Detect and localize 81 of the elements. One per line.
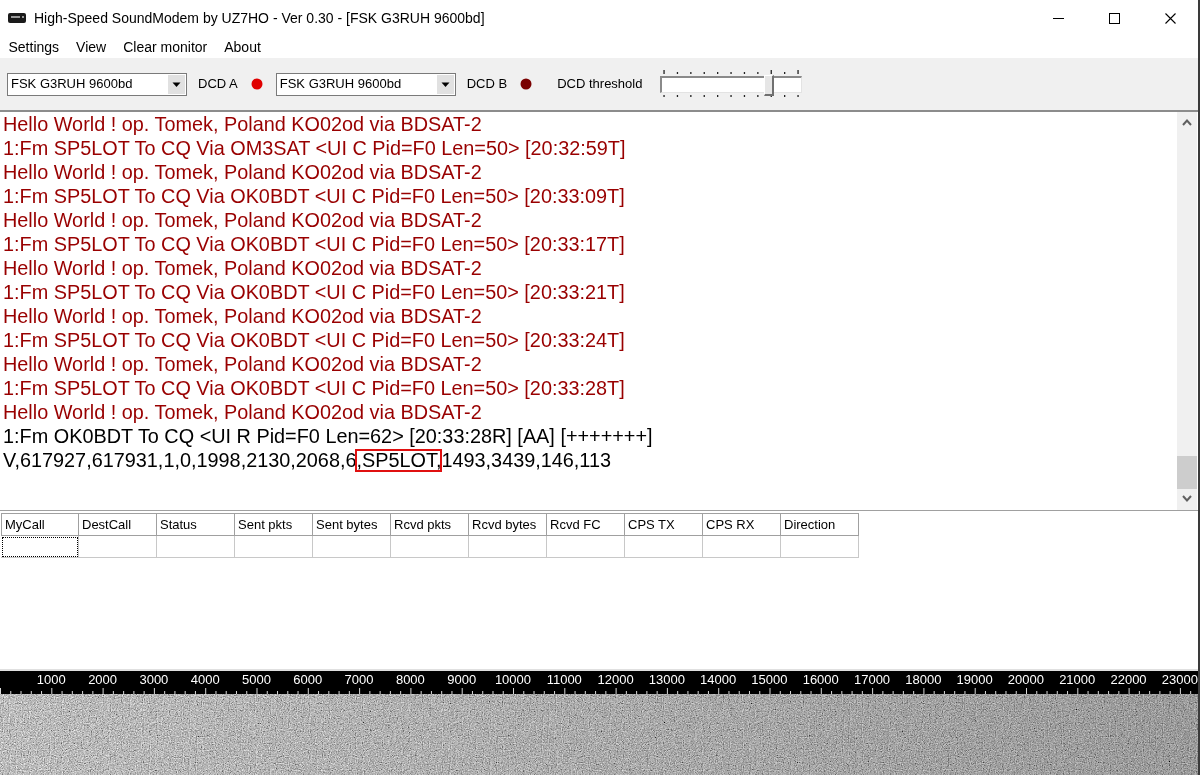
frequency-label: 2000: [88, 672, 118, 688]
column-header[interactable]: Sent pkts: [235, 513, 313, 536]
scroll-up-icon: [1182, 119, 1192, 126]
frequency-label: 21000: [1059, 672, 1096, 688]
column-header[interactable]: MyCall: [1, 513, 79, 536]
monitor-line: Hello World ! op. Tomek, Poland KO02od via BDSAT-2: [3, 256, 483, 280]
table-cell[interactable]: [703, 536, 781, 558]
frequency-label: 8000: [395, 672, 425, 688]
dcd-label: DCD A: [198, 75, 238, 94]
window-title: High-Speed SoundModem by UZ7HO - Ver 0.30 - [FSK G3RUH 9600bd]: [34, 8, 485, 28]
threshold-slider-track[interactable]: [660, 75, 803, 93]
frequency-label: 23000: [1161, 672, 1198, 688]
monitor-line: V,617927,617931,1,0,1998,2130,2068,6,SP5LOT,1493,3439,146,113: [3, 448, 612, 472]
scrollbar-thumb[interactable]: [1177, 456, 1197, 489]
maximize-icon: [1108, 12, 1120, 24]
table-cell[interactable]: [625, 536, 703, 558]
frequency-label: 20000: [1007, 672, 1044, 688]
column-header[interactable]: Rcvd pkts: [391, 513, 469, 536]
caret-icon: [436, 74, 454, 94]
frequency-label: 16000: [802, 672, 839, 688]
table-cell[interactable]: [781, 536, 859, 558]
table-cell[interactable]: [79, 536, 157, 558]
monitor-line: 1:Fm SP5LOT To CQ Via OM3SAT <UI C Pid=F0 Len=50> [20:32:59T]: [3, 136, 627, 160]
menu-item[interactable]: Clear monitor: [114, 37, 216, 57]
frequency-label: 9000: [447, 672, 477, 688]
monitor-line: 1:Fm SP5LOT To CQ Via OK0BDT <UI C Pid=F0 Len=50> [20:33:28T]: [3, 376, 626, 400]
caret-icon: [168, 74, 185, 94]
frequency-label: 13000: [648, 672, 685, 688]
table-cell[interactable]: [469, 536, 547, 558]
frequency-label: 22000: [1110, 672, 1147, 688]
monitor-line: Hello World ! op. Tomek, Poland KO02od via BDSAT-2: [3, 400, 483, 424]
monitor-line: Hello World ! op. Tomek, Poland KO02od via BDSAT-2: [3, 208, 483, 232]
frequency-label: 12000: [597, 672, 634, 688]
monitor-line: Hello World ! op. Tomek, Poland KO02od via BDSAT-2: [3, 352, 483, 376]
frequency-label: 4000: [190, 672, 220, 688]
column-header[interactable]: CPS TX: [625, 513, 703, 536]
app-icon: [8, 13, 26, 23]
frequency-label: 14000: [700, 672, 737, 688]
column-header[interactable]: Sent bytes: [313, 513, 391, 536]
frequency-label: 6000: [293, 672, 323, 688]
table-cell[interactable]: [547, 536, 625, 558]
table-cell[interactable]: [235, 536, 313, 558]
column-header[interactable]: DestCall: [79, 513, 157, 536]
monitor-line: Hello World ! op. Tomek, Poland KO02od via BDSAT-2: [3, 160, 483, 184]
menu-item[interactable]: View: [67, 37, 115, 57]
scroll-down-icon: [1182, 495, 1192, 502]
column-header[interactable]: CPS RX: [703, 513, 781, 536]
frequency-label: 3000: [139, 672, 169, 688]
frequency-label: 11000: [546, 672, 582, 688]
monitor-line: 1:Fm OK0BDT To CQ <UI R Pid=F0 Len=62> [20:33:28R] [AA] [+++++++]: [3, 424, 654, 448]
table-cell[interactable]: [391, 536, 469, 558]
monitor-line: Hello World ! op. Tomek, Poland KO02od via BDSAT-2: [3, 112, 483, 136]
monitor-line: 1:Fm SP5LOT To CQ Via OK0BDT <UI C Pid=F0 Len=50> [20:33:09T]: [3, 184, 626, 208]
monitor-line: 1:Fm SP5LOT To CQ Via OK0BDT <UI C Pid=F0 Len=50> [20:33:17T]: [3, 232, 626, 256]
column-header[interactable]: Rcvd FC: [547, 513, 625, 536]
monitor-line: 1:Fm SP5LOT To CQ Via OK0BDT <UI C Pid=F0 Len=50> [20:33:24T]: [3, 328, 626, 352]
menu-item[interactable]: Settings: [0, 37, 68, 57]
frequency-label: 15000: [751, 672, 788, 688]
threshold-label: DCD threshold: [557, 75, 643, 94]
frequency-label: 1000: [36, 672, 66, 688]
frequency-label: 17000: [853, 672, 891, 688]
dcd-label: DCD B: [466, 75, 508, 94]
monitor-line: Hello World ! op. Tomek, Poland KO02od via BDSAT-2: [3, 304, 483, 328]
close-icon: [1164, 12, 1176, 24]
frequency-label: 19000: [956, 672, 993, 688]
table-cell[interactable]: [313, 536, 391, 558]
frequency-label: 10000: [494, 672, 532, 688]
vertical-scrollbar[interactable]: [1177, 112, 1197, 510]
column-header[interactable]: Rcvd bytes: [469, 513, 547, 536]
menu-item[interactable]: About: [215, 37, 270, 57]
mode-dropdown[interactable]: FSK G3RUH 9600bd: [7, 72, 187, 96]
frequency-label: 18000: [905, 672, 942, 688]
slider-thumb[interactable]: [764, 74, 775, 96]
table-cell[interactable]: [1, 536, 79, 558]
frequency-label: 7000: [344, 672, 374, 688]
frequency-label: 5000: [242, 672, 271, 688]
mode-dropdown[interactable]: FSK G3RUH 9600bd: [275, 72, 456, 96]
monitor-line: 1:Fm SP5LOT To CQ Via OK0BDT <UI C Pid=F0 Len=50> [20:33:21T]: [3, 280, 626, 304]
table-cell[interactable]: [157, 536, 235, 558]
column-header[interactable]: Direction: [781, 513, 859, 536]
column-header[interactable]: Status: [157, 513, 235, 536]
